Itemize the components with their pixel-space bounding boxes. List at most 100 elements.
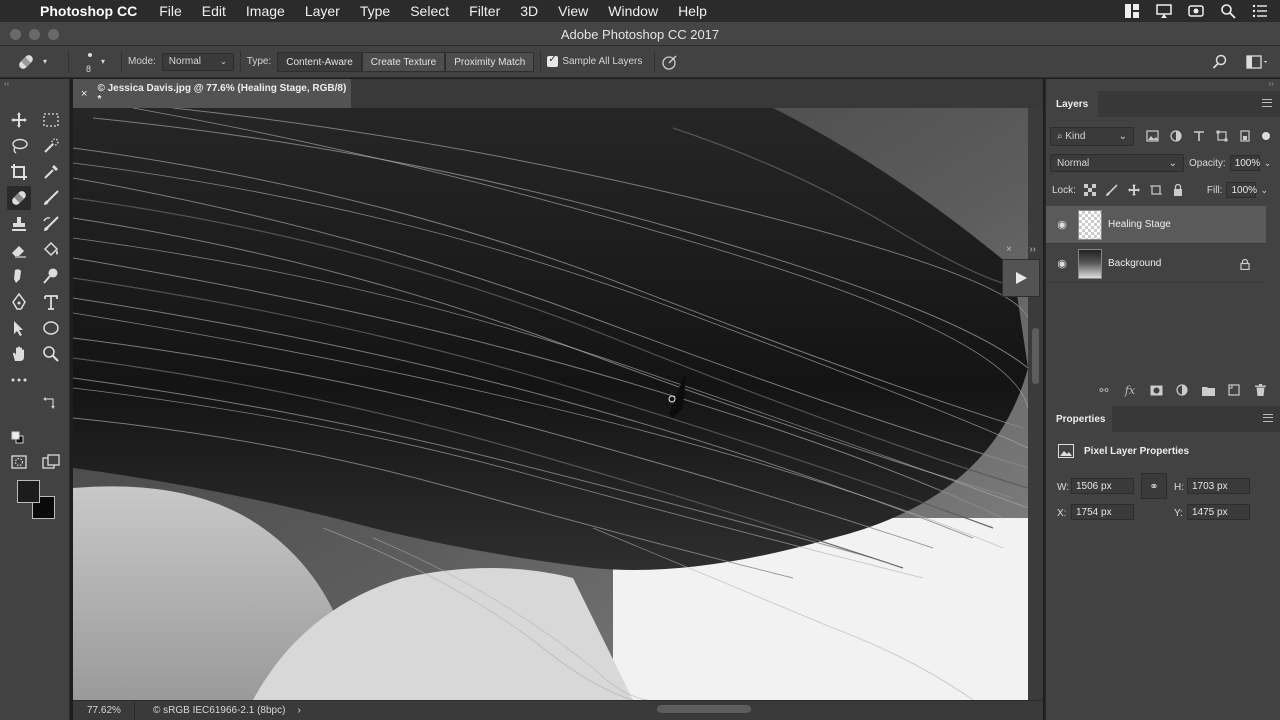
lock-all-icon[interactable]	[1172, 184, 1184, 196]
x-input[interactable]: 1754 px	[1071, 504, 1134, 520]
delete-layer-trash-icon[interactable]	[1253, 383, 1267, 397]
spotlight-icon[interactable]	[1220, 3, 1236, 19]
dock-collapse-icon[interactable]: ››	[1046, 79, 1280, 91]
fx-icon[interactable]: fx	[1123, 383, 1137, 397]
workspace-switcher-icon[interactable]	[1246, 54, 1270, 70]
marquee-tool-icon[interactable]	[39, 108, 63, 132]
new-layer-icon[interactable]	[1227, 383, 1241, 397]
lock-transparent-pixels-icon[interactable]	[1083, 184, 1096, 196]
link-dimensions-icon[interactable]: ⚭	[1141, 473, 1167, 499]
chevron-down-icon[interactable]: ⌄	[1260, 185, 1268, 196]
screen-mode-icon[interactable]	[39, 450, 63, 474]
smudge-tool-icon[interactable]	[7, 264, 31, 288]
panel-menu-icon[interactable]	[1262, 99, 1272, 107]
layer-row-healing-stage[interactable]: ◉ Healing Stage	[1046, 206, 1266, 244]
app-name-menu[interactable]: Photoshop CC	[40, 3, 137, 19]
menu-layer[interactable]: Layer	[305, 3, 340, 19]
status-menu-arrow-icon[interactable]: ›	[297, 705, 300, 716]
brush-size-picker[interactable]: 8 ▾	[75, 47, 115, 77]
fill-input[interactable]: 100%	[1226, 182, 1257, 198]
zoom-tool-icon[interactable]	[39, 342, 63, 366]
menu-filter[interactable]: Filter	[469, 3, 500, 19]
menu-window[interactable]: Window	[608, 3, 658, 19]
type-filter-icon[interactable]	[1193, 130, 1205, 142]
menu-edit[interactable]: Edit	[202, 3, 226, 19]
menu-image[interactable]: Image	[246, 3, 285, 19]
eyedropper-tool-icon[interactable]	[39, 160, 63, 184]
menu-3d[interactable]: 3D	[520, 3, 538, 19]
layer-filter-dropdown[interactable]: ⌕ Kind ⌄	[1050, 126, 1134, 146]
history-brush-tool-icon[interactable]	[39, 212, 63, 236]
smart-object-filter-icon[interactable]	[1239, 130, 1251, 142]
link-layers-icon[interactable]: ⚯	[1097, 383, 1111, 397]
quick-mask-icon[interactable]	[7, 450, 31, 474]
spot-healing-brush-tool-icon[interactable]	[7, 186, 31, 210]
lasso-tool-icon[interactable]	[7, 134, 31, 158]
adjustment-filter-icon[interactable]	[1170, 130, 1182, 142]
collapse-arrows-icon[interactable]: ‹‹	[0, 79, 70, 91]
pressure-size-icon[interactable]	[661, 53, 679, 71]
vertical-scroll-thumb[interactable]	[1032, 328, 1039, 384]
mode-dropdown[interactable]: Normal ⌄	[161, 52, 234, 71]
close-tab-icon[interactable]: ×	[81, 88, 87, 100]
pen-tool-icon[interactable]	[7, 290, 31, 314]
visibility-eye-icon[interactable]: ◉	[1046, 257, 1078, 270]
document-canvas[interactable]	[73, 108, 1028, 700]
foreground-color-swatch[interactable]	[17, 480, 40, 503]
menu-help[interactable]: Help	[678, 3, 707, 19]
brush-tool-icon[interactable]	[39, 186, 63, 210]
proximity-match-button[interactable]: Proximity Match	[445, 51, 535, 72]
pixel-filter-icon[interactable]	[1146, 130, 1159, 142]
airplay-icon[interactable]	[1156, 3, 1172, 19]
default-colors-icon[interactable]	[11, 431, 25, 445]
chevron-down-icon[interactable]: ⌄	[1264, 158, 1272, 169]
ellipse-tool-icon[interactable]	[39, 316, 63, 340]
menu-type[interactable]: Type	[360, 3, 390, 19]
path-selection-tool-icon[interactable]	[7, 316, 31, 340]
menu-select[interactable]: Select	[410, 3, 449, 19]
tab-layers[interactable]: Layers	[1046, 91, 1098, 117]
quick-selection-tool-icon[interactable]	[39, 134, 63, 158]
play-action-button[interactable]	[1002, 259, 1040, 297]
eraser-tool-icon[interactable]	[7, 238, 31, 262]
lock-image-pixels-icon[interactable]	[1105, 184, 1118, 196]
panel-menu-icon[interactable]	[1263, 414, 1273, 422]
lock-artboard-icon[interactable]	[1149, 184, 1162, 196]
hand-tool-icon[interactable]	[7, 342, 31, 366]
create-texture-button[interactable]: Create Texture	[361, 51, 446, 72]
paint-bucket-tool-icon[interactable]	[39, 238, 63, 262]
close-panel-icon[interactable]: ×	[1006, 244, 1012, 259]
sample-all-layers-checkbox[interactable]	[547, 54, 559, 67]
dodge-tool-icon[interactable]	[39, 264, 63, 288]
clone-stamp-tool-icon[interactable]	[7, 212, 31, 236]
layer-row-background[interactable]: ◉ Background	[1046, 245, 1266, 283]
control-strip-icon[interactable]	[1124, 3, 1140, 19]
new-adjustment-layer-icon[interactable]	[1175, 383, 1189, 397]
tab-properties[interactable]: Properties	[1046, 406, 1112, 432]
add-mask-icon[interactable]	[1149, 383, 1163, 397]
notification-center-icon[interactable]	[1252, 3, 1268, 19]
opacity-input[interactable]: 100%	[1229, 155, 1260, 171]
move-tool-icon[interactable]	[7, 108, 31, 132]
lock-position-icon[interactable]	[1127, 184, 1140, 196]
swap-colors-icon[interactable]	[42, 396, 56, 410]
horizontal-scroll-thumb[interactable]	[657, 705, 751, 713]
menu-view[interactable]: View	[558, 3, 588, 19]
vertical-scrollbar[interactable]	[1028, 108, 1043, 700]
facetime-icon[interactable]	[1188, 3, 1204, 19]
content-aware-button[interactable]: Content-Aware	[277, 51, 362, 72]
width-input[interactable]: 1506 px	[1071, 478, 1134, 494]
expand-panel-icon[interactable]: ››	[1029, 244, 1036, 259]
document-tab[interactable]: × © Jessica Davis.jpg @ 77.6% (Healing S…	[73, 79, 351, 108]
type-tool-icon[interactable]	[39, 290, 63, 314]
shape-filter-icon[interactable]	[1216, 130, 1228, 142]
menu-file[interactable]: File	[159, 3, 182, 19]
filter-toggle-icon[interactable]	[1262, 132, 1270, 140]
new-group-folder-icon[interactable]	[1201, 383, 1215, 397]
blend-mode-dropdown[interactable]: Normal ⌄	[1050, 154, 1184, 172]
visibility-eye-icon[interactable]: ◉	[1046, 218, 1078, 231]
y-input[interactable]: 1475 px	[1187, 504, 1250, 520]
crop-tool-icon[interactable]	[7, 160, 31, 184]
more-tools-icon[interactable]	[7, 368, 31, 392]
zoom-level[interactable]: 77.62%	[73, 700, 135, 720]
